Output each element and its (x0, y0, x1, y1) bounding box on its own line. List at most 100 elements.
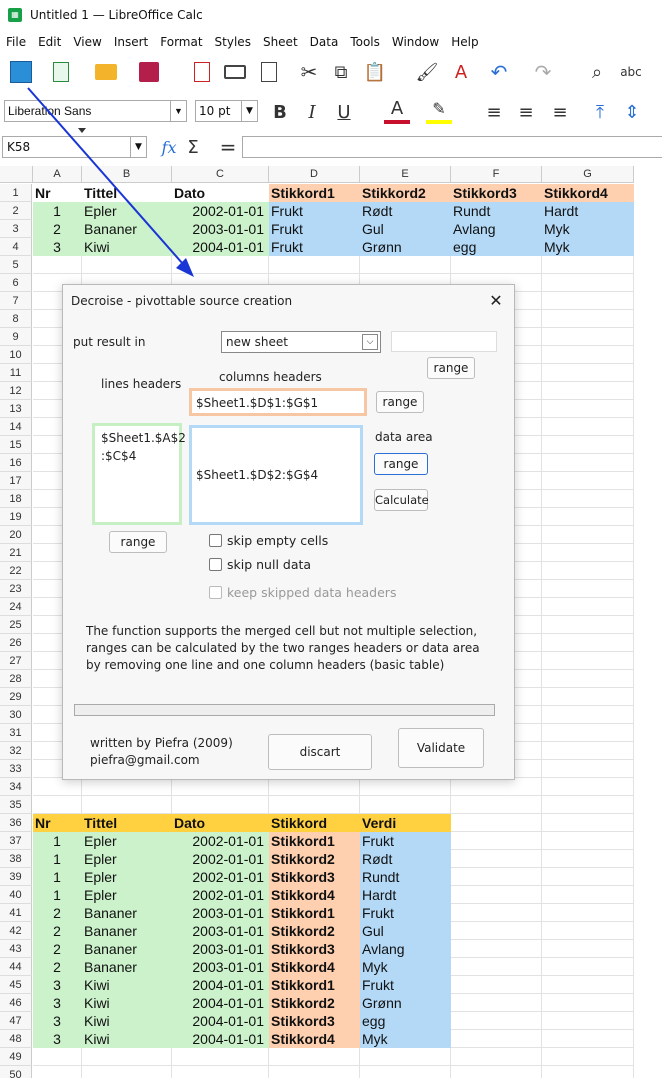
cell[interactable] (542, 724, 634, 742)
data-cell[interactable]: Stikkord2 (269, 922, 360, 940)
center-vertically-icon[interactable]: ⇕ (620, 96, 644, 128)
data-cell[interactable]: 3 (33, 1030, 82, 1048)
row-header[interactable]: 42 (0, 922, 32, 940)
data-cell[interactable]: 2 (33, 958, 82, 976)
column-header-b[interactable]: B (82, 166, 172, 183)
cell[interactable] (360, 796, 451, 814)
row-header[interactable]: 37 (0, 832, 32, 850)
redo-icon[interactable]: ↷ (530, 56, 556, 88)
row-header[interactable]: 34 (0, 778, 32, 796)
cell[interactable] (172, 778, 269, 796)
copy-icon[interactable]: ⧉ (328, 56, 354, 88)
column-header-d[interactable]: D (269, 166, 360, 183)
data-cell[interactable]: Stikkord2 (269, 850, 360, 868)
cell[interactable] (542, 814, 634, 832)
row-header[interactable]: 44 (0, 958, 32, 976)
data-cell[interactable]: Stikkord1 (269, 904, 360, 922)
cell[interactable] (172, 1048, 269, 1066)
data-cell[interactable]: Kiwi (82, 1012, 172, 1030)
cell[interactable] (542, 562, 634, 580)
cell[interactable] (542, 490, 634, 508)
data-cell[interactable]: Kiwi (82, 238, 172, 256)
cell[interactable] (82, 778, 172, 796)
header-cell[interactable]: Stikkord (269, 814, 360, 832)
data-cell[interactable]: 2002-01-01 (172, 202, 269, 220)
data-cell[interactable]: 2004-01-01 (172, 1012, 269, 1030)
data-range-button[interactable]: range (374, 453, 428, 475)
row-header[interactable]: 16 (0, 454, 32, 472)
column-header-c[interactable]: C (172, 166, 269, 183)
row-header[interactable]: 5 (0, 256, 32, 274)
data-cell[interactable]: Stikkord4 (269, 886, 360, 904)
data-cell[interactable]: Frukt (269, 238, 360, 256)
cell[interactable] (451, 1012, 542, 1030)
row-header[interactable]: 18 (0, 490, 32, 508)
cell[interactable] (542, 706, 634, 724)
data-cell[interactable]: 2004-01-01 (172, 976, 269, 994)
cut-icon[interactable]: ✂ (296, 56, 322, 88)
open-folder-icon[interactable] (92, 56, 120, 88)
cell[interactable] (542, 544, 634, 562)
data-cell[interactable]: Frukt (269, 202, 360, 220)
cell[interactable] (542, 778, 634, 796)
checkbox-box[interactable] (209, 558, 222, 571)
row-header[interactable]: 25 (0, 616, 32, 634)
cell[interactable] (269, 796, 360, 814)
select-all-corner[interactable] (0, 166, 33, 183)
cell[interactable] (269, 256, 360, 274)
cell[interactable] (451, 850, 542, 868)
cell[interactable] (542, 652, 634, 670)
column-header-g[interactable]: G (542, 166, 634, 183)
column-header-f[interactable]: F (451, 166, 542, 183)
cell[interactable] (172, 256, 269, 274)
cell[interactable] (451, 922, 542, 940)
menu-edit[interactable]: Edit (32, 32, 67, 52)
cell[interactable] (451, 778, 542, 796)
chevron-down-icon[interactable]: ▼ (170, 101, 186, 121)
row-header[interactable]: 30 (0, 706, 32, 724)
cell[interactable] (542, 598, 634, 616)
cell[interactable] (451, 868, 542, 886)
columns-range-button[interactable]: range (376, 391, 424, 413)
data-cell[interactable]: Avlang (451, 220, 542, 238)
row-header[interactable]: 15 (0, 436, 32, 454)
validate-button[interactable]: Validate (398, 728, 484, 768)
cell[interactable] (82, 796, 172, 814)
export-pdf-icon[interactable] (190, 56, 214, 88)
cell[interactable] (360, 1048, 451, 1066)
data-cell[interactable]: 2 (33, 922, 82, 940)
cell[interactable] (33, 778, 82, 796)
cell[interactable] (451, 994, 542, 1012)
data-cell[interactable]: Epler (82, 832, 172, 850)
row-header[interactable]: 2 (0, 202, 32, 220)
data-cell[interactable]: Gul (360, 922, 451, 940)
cell[interactable] (33, 1048, 82, 1066)
cell[interactable] (542, 940, 634, 958)
lines-range-button[interactable]: range (109, 531, 167, 553)
data-cell[interactable]: 2002-01-01 (172, 832, 269, 850)
cell[interactable] (172, 796, 269, 814)
header-cell[interactable]: Nr (33, 184, 82, 202)
data-cell[interactable]: Epler (82, 202, 172, 220)
header-cell[interactable]: Nr (33, 814, 82, 832)
data-cell[interactable]: Stikkord3 (269, 940, 360, 958)
cell[interactable] (542, 1066, 634, 1078)
cell[interactable] (542, 922, 634, 940)
row-header[interactable]: 17 (0, 472, 32, 490)
header-cell[interactable]: Verdi (360, 814, 451, 832)
data-cell[interactable]: Rundt (451, 202, 542, 220)
data-cell[interactable]: Rundt (360, 868, 451, 886)
row-header[interactable]: 48 (0, 1030, 32, 1048)
cell[interactable] (451, 1048, 542, 1066)
cell[interactable] (542, 400, 634, 418)
row-header[interactable]: 6 (0, 274, 32, 292)
column-header-a[interactable]: A (33, 166, 82, 183)
data-cell[interactable]: Stikkord4 (269, 958, 360, 976)
row-header[interactable]: 24 (0, 598, 32, 616)
cell[interactable] (542, 616, 634, 634)
row-header[interactable]: 36 (0, 814, 32, 832)
keep-skipped-checkbox[interactable]: keep skipped data headers (209, 585, 396, 600)
cell[interactable] (542, 328, 634, 346)
row-header[interactable]: 50 (0, 1066, 32, 1078)
cell[interactable] (542, 418, 634, 436)
